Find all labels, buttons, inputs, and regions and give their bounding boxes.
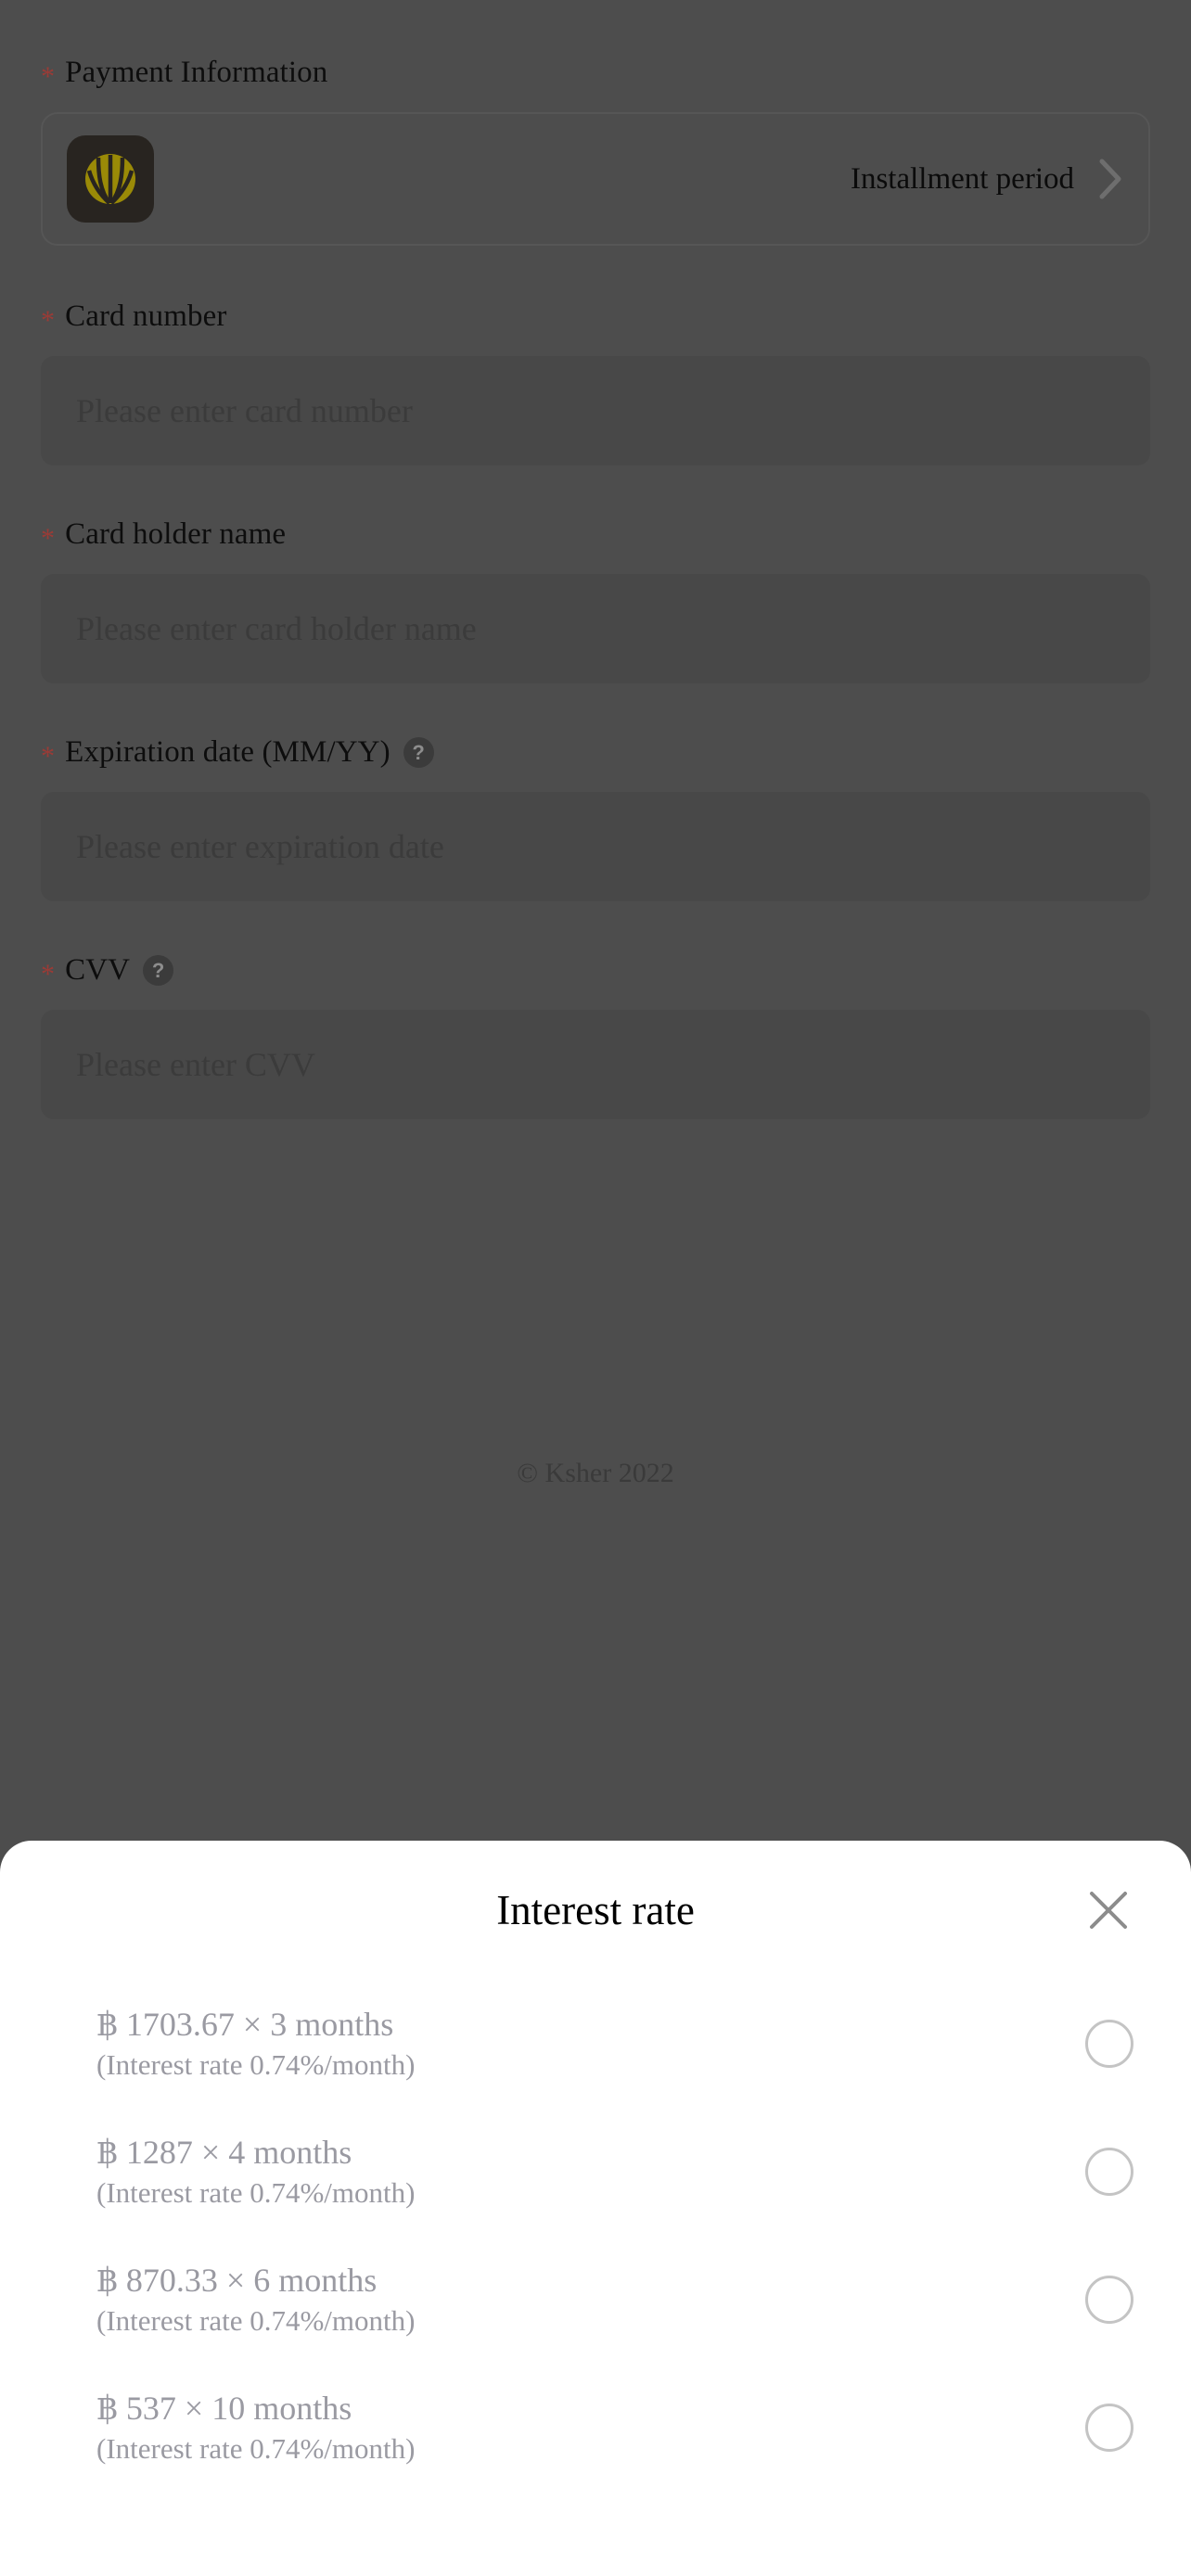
- installment-option-radio[interactable]: [1085, 2276, 1133, 2324]
- app-screen: * Payment Information Installment period: [0, 0, 1191, 2576]
- chevron-right-icon: [1099, 159, 1121, 199]
- installment-period-selector[interactable]: Installment period: [41, 112, 1150, 246]
- expiration-date-input[interactable]: Please enter expiration date: [41, 792, 1150, 901]
- installment-option-amount: ฿ 1703.67 × 3 months: [96, 2006, 394, 2044]
- sheet-header: Interest rate: [0, 1841, 1191, 1980]
- copyright-text: © Ksher 2022: [517, 1458, 674, 1488]
- installment-option-rate: (Interest rate 0.74%/month): [96, 2047, 416, 2081]
- installment-option-row[interactable]: ฿ 537 × 10 months (Interest rate 0.74%/m…: [0, 2364, 1191, 2492]
- installment-option-texts: ฿ 870.33 × 6 months (Interest rate 0.74%…: [96, 2261, 1085, 2338]
- card-number-placeholder: Please enter card number: [76, 392, 413, 429]
- installment-option-list: ฿ 1703.67 × 3 months (Interest rate 0.74…: [0, 1980, 1191, 2492]
- kbank-logo-icon: [67, 135, 154, 223]
- required-asterisk: *: [41, 304, 56, 336]
- cvv-input[interactable]: Please enter CVV: [41, 1010, 1150, 1119]
- card-holder-name-label: * Card holder name: [41, 517, 1150, 554]
- installment-option-texts: ฿ 1703.67 × 3 months (Interest rate 0.74…: [96, 2005, 1085, 2082]
- required-asterisk: *: [41, 958, 56, 989]
- card-number-label-text: Card number: [65, 300, 227, 333]
- installment-option-radio[interactable]: [1085, 2148, 1133, 2196]
- required-asterisk: *: [41, 740, 56, 772]
- installment-option-amount: ฿ 1287 × 4 months: [96, 2134, 352, 2172]
- question-mark-icon[interactable]: ?: [143, 955, 174, 986]
- card-holder-name-placeholder: Please enter card holder name: [76, 610, 477, 647]
- cvv-label: * CVV ?: [41, 953, 1150, 989]
- installment-option-row[interactable]: ฿ 1287 × 4 months (Interest rate 0.74%/m…: [0, 2108, 1191, 2236]
- installment-option-amount: ฿ 537 × 10 months: [96, 2390, 352, 2428]
- required-asterisk: *: [41, 522, 56, 554]
- installment-option-amount: ฿ 870.33 × 6 months: [96, 2262, 378, 2300]
- card-holder-name-input[interactable]: Please enter card holder name: [41, 574, 1150, 683]
- installment-option-row[interactable]: ฿ 870.33 × 6 months (Interest rate 0.74%…: [0, 2236, 1191, 2364]
- card-holder-name-label-text: Card holder name: [65, 517, 287, 551]
- cvv-label-text: CVV: [65, 953, 131, 987]
- expiration-date-placeholder: Please enter expiration date: [76, 828, 444, 865]
- interest-rate-sheet: Interest rate ฿ 1703.67 × 3 months (Inte…: [0, 1841, 1191, 2576]
- expiration-date-label: * Expiration date (MM/YY) ?: [41, 735, 1150, 772]
- installment-option-rate: (Interest rate 0.74%/month): [96, 2431, 416, 2465]
- payment-information-label: * Payment Information: [41, 56, 1150, 92]
- installment-option-radio[interactable]: [1085, 2020, 1133, 2068]
- required-asterisk: *: [41, 60, 56, 92]
- card-number-label: * Card number: [41, 300, 1150, 336]
- expiration-date-label-text: Expiration date (MM/YY): [65, 735, 391, 769]
- close-x-icon[interactable]: [1082, 1883, 1135, 1937]
- payment-information-label-text: Payment Information: [65, 56, 328, 89]
- payment-form: * Payment Information Installment period: [0, 0, 1191, 1173]
- cvv-placeholder: Please enter CVV: [76, 1046, 315, 1083]
- installment-option-row[interactable]: ฿ 1703.67 × 3 months (Interest rate 0.74…: [0, 1980, 1191, 2108]
- sheet-title: Interest rate: [496, 1886, 695, 1933]
- installment-option-radio[interactable]: [1085, 2404, 1133, 2452]
- installment-period-label: Installment period: [850, 161, 1074, 196]
- card-number-input[interactable]: Please enter card number: [41, 356, 1150, 465]
- question-mark-icon[interactable]: ?: [403, 737, 434, 768]
- installment-option-texts: ฿ 1287 × 4 months (Interest rate 0.74%/m…: [96, 2133, 1085, 2210]
- installment-option-texts: ฿ 537 × 10 months (Interest rate 0.74%/m…: [96, 2389, 1085, 2466]
- installment-option-rate: (Interest rate 0.74%/month): [96, 2175, 416, 2209]
- installment-option-rate: (Interest rate 0.74%/month): [96, 2303, 416, 2337]
